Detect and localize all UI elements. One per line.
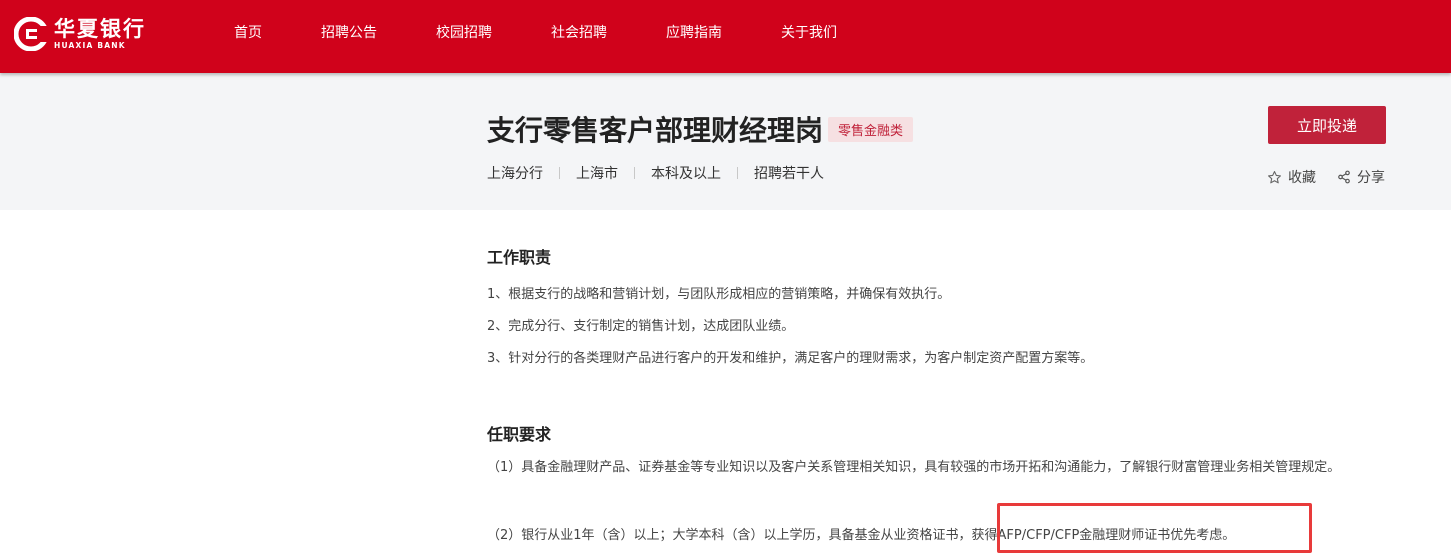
- nav-campus-recruitment[interactable]: 校园招聘: [436, 22, 492, 42]
- requirement-item: （2）银行从业1年（含）以上；大学本科（含）以上学历，具备基金从业资格证书，获得…: [487, 528, 1236, 543]
- duty-item: 1、根据支行的战略和营销计划，与团队形成相应的营销策略，并确保有效执行。: [487, 287, 951, 302]
- job-headcount: 招聘若干人: [754, 166, 824, 182]
- apply-button[interactable]: 立即投递: [1268, 106, 1386, 144]
- meta-divider: [559, 167, 560, 179]
- job-education: 本科及以上: [651, 166, 721, 182]
- job-category-tag: 零售金融类: [828, 117, 914, 142]
- nav-announcements[interactable]: 招聘公告: [321, 22, 377, 42]
- nav-application-guide[interactable]: 应聘指南: [666, 22, 722, 42]
- duties-title: 工作职责: [487, 248, 552, 267]
- nav-about-us[interactable]: 关于我们: [781, 22, 837, 42]
- job-title: 支行零售客户部理财经理岗: [487, 114, 824, 147]
- logo[interactable]: 华夏银行 HUAXIA BANK: [14, 16, 146, 51]
- star-icon: [1268, 170, 1281, 183]
- huaxia-logo-icon: [14, 17, 48, 51]
- logo-english-name: HUAXIA BANK: [54, 40, 126, 50]
- job-branch: 上海分行: [487, 166, 543, 182]
- share-icon: [1338, 170, 1350, 184]
- nav-home[interactable]: 首页: [234, 22, 262, 42]
- share-label: 分享: [1357, 170, 1385, 186]
- job-city: 上海市: [576, 166, 618, 182]
- meta-divider: [737, 167, 738, 179]
- share-button[interactable]: 分享: [1337, 167, 1385, 187]
- requirement-item: （1）具备金融理财产品、证券基金等专业知识以及客户关系管理相关知识，具有较强的市…: [487, 460, 1341, 475]
- requirements-title: 任职要求: [487, 425, 552, 444]
- top-nav-bar: 华夏银行 HUAXIA BANK 首页 招聘公告 校园招聘 社会招聘 应聘指南 …: [0, 0, 1451, 73]
- duty-item: 2、完成分行、支行制定的销售计划，达成团队业绩。: [487, 319, 795, 334]
- main-nav: 首页 招聘公告 校园招聘 社会招聘 应聘指南 关于我们: [234, 0, 896, 64]
- collect-button[interactable]: 收藏: [1267, 167, 1316, 187]
- logo-chinese-name: 华夏银行: [54, 16, 146, 41]
- job-meta: 上海分行 上海市 本科及以上 招聘若干人: [487, 163, 824, 183]
- logo-text: 华夏银行 HUAXIA BANK: [54, 16, 146, 50]
- nav-social-recruitment[interactable]: 社会招聘: [551, 22, 607, 42]
- job-header-banner: 支行零售客户部理财经理岗 零售金融类 上海分行 上海市 本科及以上 招聘若干人 …: [0, 73, 1451, 210]
- collect-label: 收藏: [1288, 170, 1316, 186]
- meta-divider: [634, 167, 635, 179]
- duty-item: 3、针对分行的各类理财产品进行客户的开发和维护，满足客户的理财需求，为客户制定资…: [487, 351, 1094, 366]
